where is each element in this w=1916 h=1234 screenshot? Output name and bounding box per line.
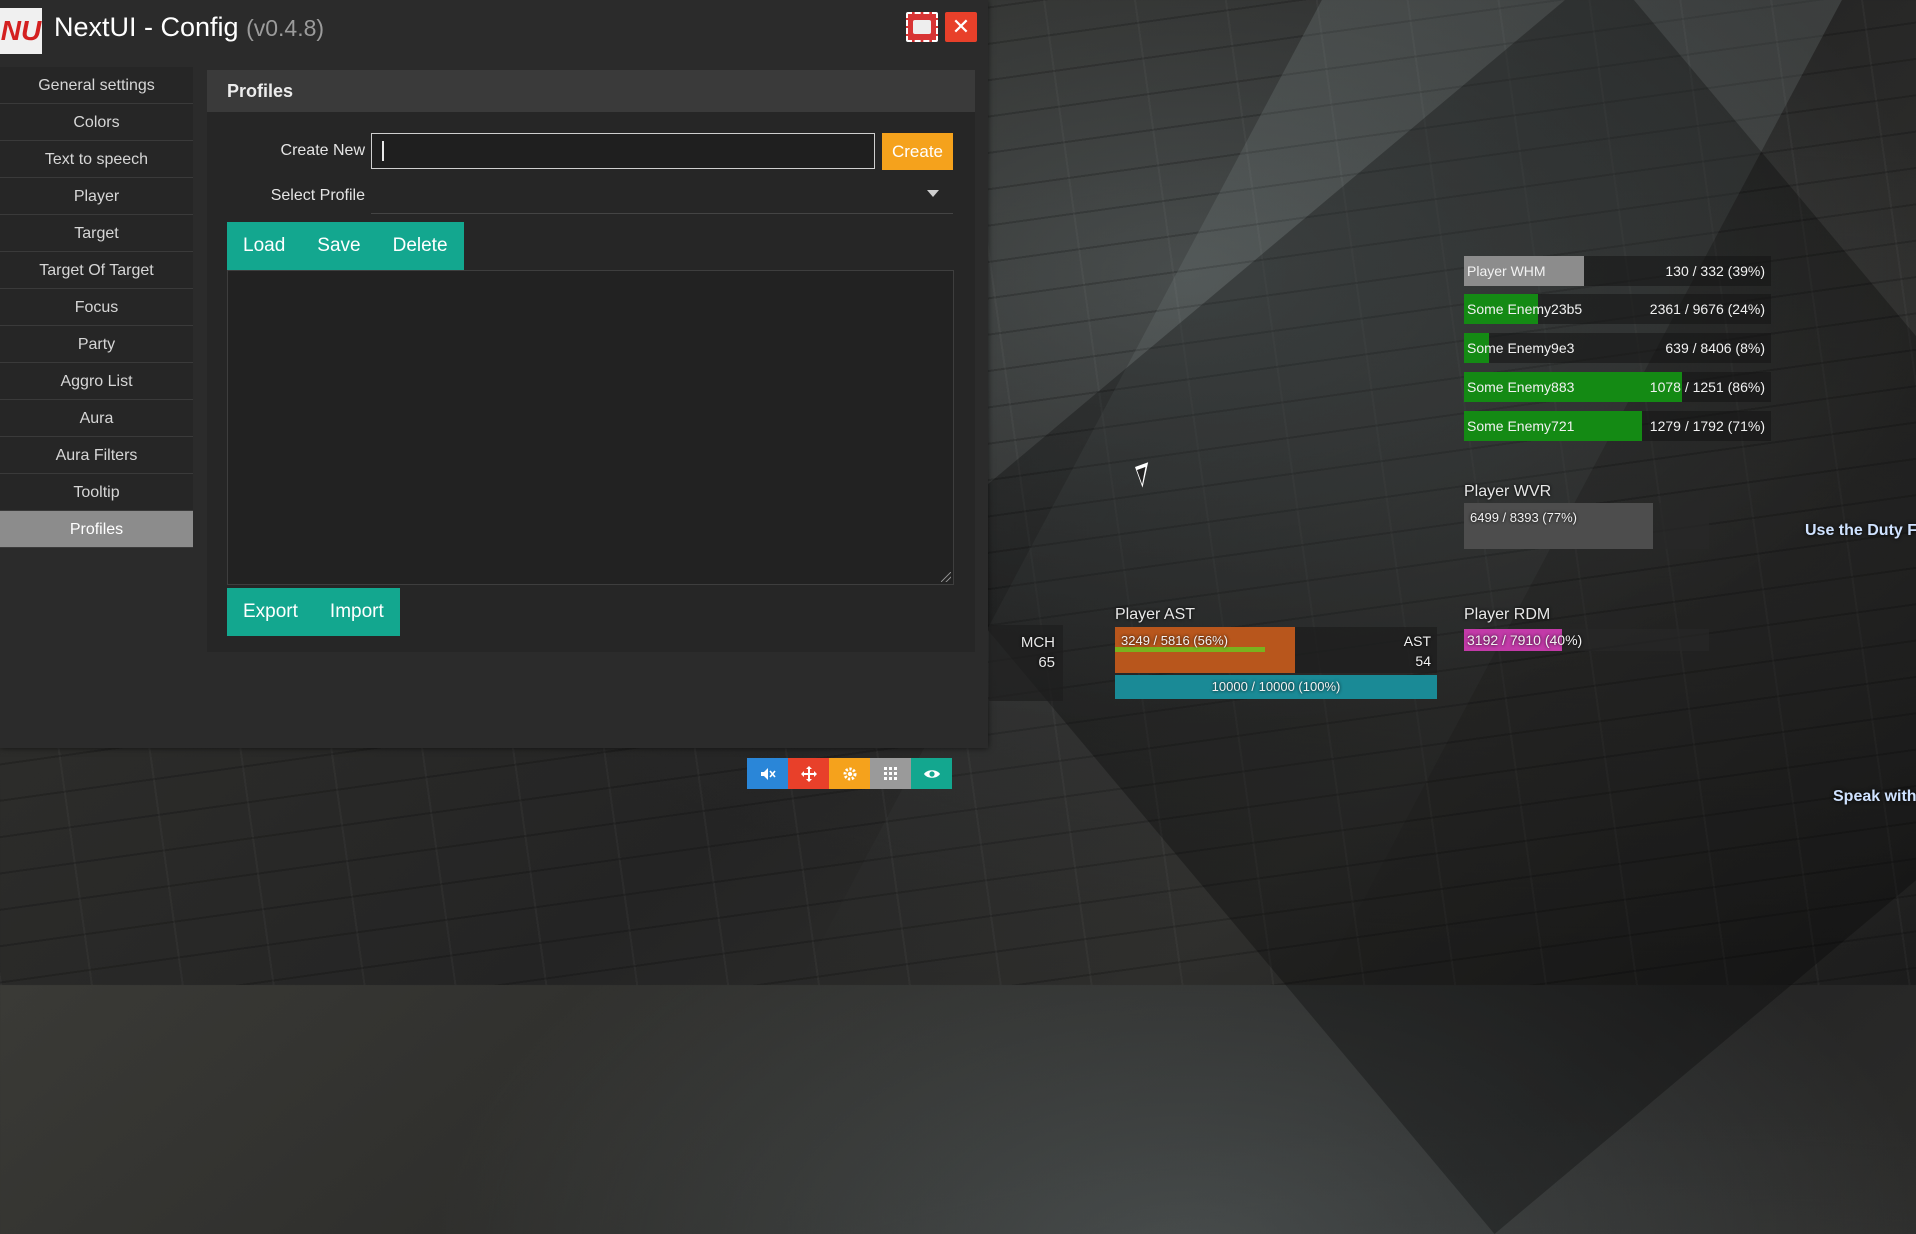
sidebar-item-colors[interactable]: Colors [0, 104, 193, 141]
aggro-name: Some Enemy883 [1467, 379, 1575, 395]
select-profile-dropdown[interactable] [371, 178, 953, 214]
sidebar-item-aggro-list[interactable]: Aggro List [0, 363, 193, 400]
shadow-overlay [916, 0, 1916, 1234]
party-name-rdm: Player RDM [1464, 606, 1551, 623]
profiles-panel: Profiles Create New Create Select Profil… [207, 70, 975, 652]
grid-icon[interactable] [870, 758, 911, 789]
aggro-name: Some Enemy23b5 [1467, 301, 1583, 317]
aggro-value: 1078 / 1251 (86%) [1649, 379, 1765, 395]
text-caret [382, 141, 384, 161]
eye-icon[interactable] [911, 758, 952, 789]
create-button[interactable]: Create [882, 133, 953, 170]
gear-icon[interactable] [829, 758, 870, 789]
hud-toolbar [747, 758, 952, 789]
aggro-row: Some Enemy23b5 2361 / 9676 (24%) [1464, 294, 1771, 324]
level-ast: 54 [1415, 653, 1431, 669]
window-title-text: NextUI - Config [54, 12, 239, 42]
mch-frame: MCH 65 [989, 625, 1063, 701]
window-title: NextUI - Config (v0.4.8) [54, 12, 324, 43]
aggro-value: 130 / 332 (39%) [1665, 263, 1765, 279]
create-new-label: Create New [280, 142, 365, 159]
hp-bar-rdm: 3192 / 7910 (40%) [1464, 629, 1709, 651]
player-name-ast: Player AST [1115, 606, 1196, 623]
sidebar-item-target[interactable]: Target [0, 215, 193, 252]
panel-heading: Profiles [207, 70, 975, 112]
mute-icon[interactable] [747, 758, 788, 789]
profile-actions: Load Save Delete [227, 222, 464, 270]
import-button[interactable]: Import [314, 588, 400, 636]
lock-icon[interactable] [906, 12, 938, 42]
mp-text-ast: 10000 / 10000 (100%) [1211, 679, 1341, 694]
import-export-actions: Export Import [227, 588, 400, 636]
sidebar-item-player[interactable]: Player [0, 178, 193, 215]
close-button[interactable]: ✕ [945, 12, 977, 42]
aggro-row: Some Enemy721 1279 / 1792 (71%) [1464, 411, 1771, 441]
hp-bar-ast: 3249 / 5816 (56%) AST 54 [1115, 627, 1437, 673]
select-profile-label: Select Profile [270, 187, 365, 204]
aggro-name: Some Enemy9e3 [1467, 340, 1575, 356]
load-button[interactable]: Load [227, 222, 301, 270]
level-mch: 65 [1038, 654, 1055, 671]
create-new-input[interactable] [371, 133, 875, 169]
sidebar-item-party[interactable]: Party [0, 326, 193, 363]
aggro-name: Some Enemy721 [1467, 418, 1575, 434]
aggro-row: Player WHM 130 / 332 (39%) [1464, 256, 1771, 286]
window-version: (v0.4.8) [246, 15, 325, 41]
move-icon[interactable] [788, 758, 829, 789]
mp-bar-ast: 10000 / 10000 (100%) [1115, 675, 1437, 699]
sidebar-item-tooltip[interactable]: Tooltip [0, 474, 193, 511]
sidebar: General settings Colors Text to speech P… [0, 67, 193, 548]
sidebar-item-general-settings[interactable]: General settings [0, 67, 193, 104]
hp-text-rdm: 3192 / 7910 (40%) [1467, 632, 1583, 648]
title-bar[interactable]: NU NextUI - Config (v0.4.8) ✕ [0, 0, 988, 58]
aggro-value: 1279 / 1792 (71%) [1649, 418, 1765, 434]
export-button[interactable]: Export [227, 588, 314, 636]
aggro-name: Player WHM [1467, 263, 1546, 279]
aggro-row: Some Enemy883 1078 / 1251 (86%) [1464, 372, 1771, 402]
job-ast: AST [1403, 633, 1431, 649]
party-name-wvr: Player WVR [1464, 483, 1552, 500]
sidebar-item-aura[interactable]: Aura [0, 400, 193, 437]
chevron-down-icon [927, 190, 939, 197]
hp-text-wvr: 6499 / 8393 (77%) [1470, 510, 1577, 525]
quest-objective-1[interactable]: Use the Duty F [1805, 522, 1916, 540]
delete-button[interactable]: Delete [377, 222, 464, 270]
save-button[interactable]: Save [301, 222, 376, 270]
profile-textarea[interactable] [227, 270, 954, 585]
sidebar-item-profiles[interactable]: Profiles [0, 511, 193, 548]
hp-text-ast: 3249 / 5816 (56%) [1121, 633, 1228, 648]
job-mch: MCH [1020, 634, 1055, 651]
quest-objective-2[interactable]: Speak with [1833, 788, 1916, 806]
config-window: NU NextUI - Config (v0.4.8) ✕ General se… [0, 0, 988, 748]
sidebar-item-focus[interactable]: Focus [0, 289, 193, 326]
aggro-value: 639 / 8406 (8%) [1665, 340, 1765, 356]
sidebar-item-target-of-target[interactable]: Target Of Target [0, 252, 193, 289]
sidebar-item-aura-filters[interactable]: Aura Filters [0, 437, 193, 474]
aggro-row: Some Enemy9e3 639 / 8406 (8%) [1464, 333, 1771, 363]
nextui-logo: NU [0, 8, 42, 54]
aggro-value: 2361 / 9676 (24%) [1649, 301, 1765, 317]
sidebar-item-text-to-speech[interactable]: Text to speech [0, 141, 193, 178]
resize-grip-icon[interactable] [941, 572, 951, 582]
hp-bar-wvr: 6499 / 8393 (77%) [1464, 503, 1709, 549]
